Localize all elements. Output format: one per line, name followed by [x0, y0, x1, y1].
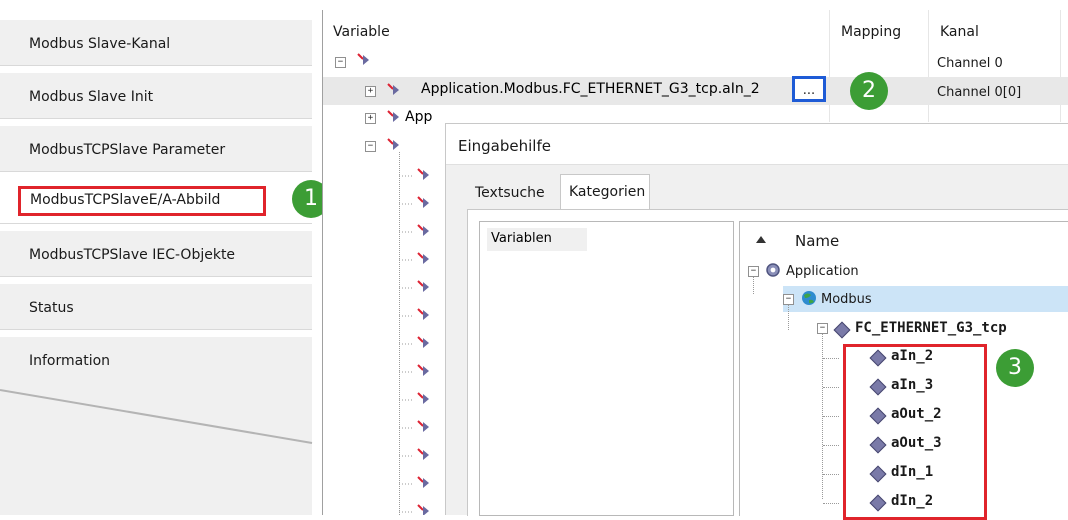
input-assistant-button[interactable]: ... [792, 76, 826, 102]
column-separator [928, 10, 929, 122]
nav-item-label: ModbusTCPSlave Parameter [29, 142, 226, 158]
nav-item-status[interactable]: Status [0, 284, 312, 330]
step-badge-3: 3 [996, 349, 1034, 387]
column-header-mapping[interactable]: Mapping [841, 24, 901, 40]
column-separator [829, 10, 830, 122]
column-header-variable[interactable]: Variable [333, 24, 390, 40]
category-list[interactable]: Variablen [479, 221, 734, 516]
gear-icon [766, 263, 780, 277]
dialog-title-bar: Eingabehilfe [446, 124, 1068, 165]
tab-kategorien[interactable]: Kategorien [560, 174, 650, 210]
variable-cell[interactable]: Application.Modbus.FC_ETHERNET_G3_tcp.aI… [421, 81, 760, 97]
tab-label: Kategorien [569, 184, 646, 200]
tree-node-modbus[interactable]: Modbus [821, 292, 872, 307]
nav-item-label: Information [29, 353, 111, 369]
tree-guide [823, 387, 839, 388]
collapse-toggle[interactable]: − [365, 141, 376, 152]
step-badge-2: 2 [850, 72, 888, 110]
category-item-variablen[interactable]: Variablen [487, 228, 587, 251]
io-variable-icon [387, 110, 399, 122]
dialog-title: Eingabehilfe [458, 137, 551, 155]
variable-cell[interactable]: App [405, 109, 432, 125]
nav-selection-highlight [18, 186, 266, 216]
column-header-name[interactable]: Name [795, 232, 839, 250]
column-separator [1060, 10, 1061, 122]
column-header-kanal[interactable]: Kanal [940, 24, 979, 40]
tree-node-application[interactable]: Application [786, 264, 859, 279]
nav-item-modbustcpslave-iec-objekte[interactable]: ModbusTCPSlave IEC-Objekte [0, 231, 312, 277]
tree-node-device[interactable]: FC_ETHERNET_G3_tcp [855, 320, 1007, 336]
collapse-toggle[interactable]: − [748, 266, 759, 277]
ellipsis-label: ... [802, 83, 816, 98]
io-variable-icon [357, 53, 369, 65]
nav-panel-bevel [0, 385, 313, 444]
collapse-toggle[interactable]: − [335, 57, 346, 68]
variables-highlight [843, 344, 987, 520]
tab-textsuche[interactable]: Textsuche [467, 178, 560, 210]
tree-guide [823, 445, 839, 446]
grid-top-margin [322, 0, 1068, 10]
globe-icon [802, 291, 816, 305]
expand-toggle[interactable]: + [365, 86, 376, 97]
tab-label: Textsuche [475, 185, 545, 201]
tree-guide [753, 274, 754, 294]
nav-item-label: Status [29, 300, 74, 316]
io-variable-icon [387, 83, 399, 95]
collapse-toggle[interactable]: − [817, 323, 828, 334]
tree-guide [823, 416, 839, 417]
category-label: Variablen [491, 231, 552, 246]
nav-item-label: ModbusTCPSlave IEC-Objekte [29, 247, 236, 263]
tree-guide [823, 474, 839, 475]
nav-item-label: Modbus Slave Init [29, 89, 154, 105]
nav-item-modbus-slave-init[interactable]: Modbus Slave Init [0, 73, 312, 119]
sort-ascending-icon[interactable] [756, 236, 766, 243]
io-variable-icon [387, 138, 399, 150]
channel-cell: Channel 0[0] [937, 85, 1022, 100]
input-assistant-dialog: Eingabehilfe Textsuche Kategorien Variab… [445, 123, 1068, 520]
nav-item-label: Modbus Slave-Kanal [29, 36, 171, 52]
channel-cell: Channel 0 [937, 56, 1003, 71]
tree-guide [823, 503, 839, 504]
nav-item-modbustcpslave-parameter[interactable]: ModbusTCPSlave Parameter [0, 126, 312, 172]
collapse-toggle[interactable]: − [783, 294, 794, 305]
tree-guide [823, 358, 839, 359]
nav-item-modbus-slave-kanal[interactable]: Modbus Slave-Kanal [0, 20, 312, 66]
expand-toggle[interactable]: + [365, 113, 376, 124]
child-variable-icons [399, 168, 429, 515]
